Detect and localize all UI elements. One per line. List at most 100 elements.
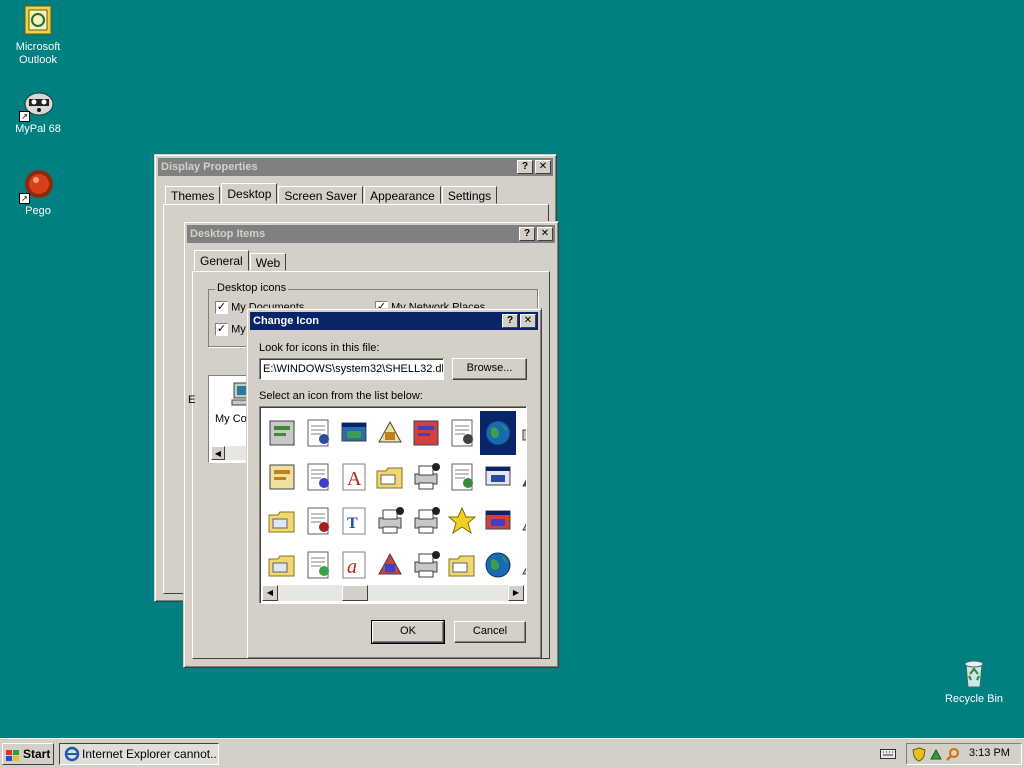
control-panel-icon <box>483 462 513 492</box>
start-button[interactable]: Start <box>2 743 54 765</box>
desktop-icon-outlook[interactable]: Microsoft Outlook <box>0 4 76 67</box>
icon-choice[interactable] <box>372 543 408 587</box>
icon-choice[interactable] <box>516 455 526 499</box>
browse-button[interactable]: Browse... <box>452 358 527 380</box>
cd-drive-icon <box>375 550 405 580</box>
help-button[interactable]: ? <box>519 227 535 241</box>
partial-label: E <box>188 394 196 406</box>
icon-choice[interactable] <box>300 411 336 455</box>
icon-choice[interactable] <box>408 543 444 587</box>
window-title: Desktop Items <box>190 228 266 240</box>
change-icon-dialog: Change Icon ? ✕ Look for icons in this f… <box>246 308 542 659</box>
icon-choice[interactable] <box>444 499 480 543</box>
windows-logo-icon <box>6 748 20 761</box>
title-bar[interactable]: Desktop Items ? ✕ <box>187 225 555 243</box>
tab-general[interactable]: General <box>194 250 249 271</box>
notepad-icon <box>303 506 333 536</box>
icon-choice[interactable]: A <box>336 455 372 499</box>
find-document-icon <box>303 462 333 492</box>
icon-choice[interactable] <box>372 411 408 455</box>
security-shield-icon[interactable] <box>912 747 926 765</box>
icon-choice[interactable] <box>480 411 516 455</box>
title-bar[interactable]: Change Icon ? ✕ <box>250 312 538 330</box>
help-button[interactable]: ? <box>517 160 533 174</box>
floppy-partial-icon <box>519 550 526 580</box>
icon-choice[interactable] <box>408 499 444 543</box>
tab-desktop[interactable]: Desktop <box>221 183 278 204</box>
horizontal-scrollbar[interactable]: ◀ ▶ <box>262 585 524 601</box>
tree-icon <box>447 418 477 448</box>
shortcut-arrow-icon: ↗ <box>19 111 30 122</box>
outlook-icon <box>21 4 55 38</box>
keyboard-icon[interactable] <box>880 748 896 763</box>
icon-choice[interactable] <box>480 455 516 499</box>
taskbar-item-internet-explorer[interactable]: Internet Explorer cannot... <box>59 743 219 765</box>
icon-choice[interactable] <box>372 455 408 499</box>
ok-button[interactable]: OK <box>371 620 445 644</box>
desktop-icon-label: Microsoft <box>15 41 61 53</box>
recycle-full-icon <box>267 418 297 448</box>
icon-choice[interactable] <box>444 455 480 499</box>
icon-choice[interactable] <box>372 499 408 543</box>
icon-choice[interactable] <box>264 499 300 543</box>
task-label: Internet Explorer cannot... <box>82 747 219 761</box>
close-button[interactable]: ✕ <box>535 160 551 174</box>
icon-choice[interactable]: T <box>336 499 372 543</box>
checkbox-label: My <box>231 323 246 336</box>
checkbox-box[interactable]: ✓ <box>215 301 228 314</box>
close-button[interactable]: ✕ <box>520 314 536 328</box>
icon-choice[interactable] <box>444 411 480 455</box>
icon-choice[interactable] <box>408 411 444 455</box>
printer-network-icon <box>375 506 405 536</box>
icon-choice[interactable] <box>408 455 444 499</box>
search-tray-icon[interactable] <box>946 747 960 765</box>
checkbox-my-computer[interactable]: ✓ My <box>215 323 246 336</box>
icon-choice[interactable] <box>264 455 300 499</box>
icon-choice[interactable] <box>300 455 336 499</box>
folder-tree-icon <box>267 550 297 580</box>
gear-document-icon <box>303 418 333 448</box>
icon-list[interactable]: A Ta ◀ ▶ <box>259 406 527 604</box>
window-title: Change Icon <box>253 315 320 327</box>
icon-choice[interactable]: a <box>336 543 372 587</box>
icon-file-input[interactable]: E:\WINDOWS\system32\SHELL32.dll <box>259 358 444 380</box>
scroll-thumb[interactable] <box>342 585 368 601</box>
icon-choice[interactable] <box>516 543 526 587</box>
cancel-button[interactable]: Cancel <box>454 621 526 643</box>
desktop-icon-mypal[interactable]: ↗ MyPal 68 <box>0 86 76 136</box>
network-tray-icon[interactable] <box>929 747 943 765</box>
program-gear-icon <box>303 550 333 580</box>
icon-choice[interactable] <box>336 411 372 455</box>
tab-web[interactable]: Web <box>249 253 287 271</box>
install-icon <box>339 418 369 448</box>
truetype-icon: T <box>339 506 369 536</box>
clock[interactable]: 3:13 PM <box>969 747 1010 759</box>
icon-choice[interactable] <box>300 499 336 543</box>
raccoon-icon: ↗ <box>19 86 55 122</box>
svg-text:a: a <box>347 556 357 578</box>
checkbox-box[interactable]: ✓ <box>215 323 228 336</box>
tab-screen-saver[interactable]: Screen Saver <box>278 186 364 204</box>
pego-icon: ↗ <box>19 168 55 204</box>
icon-choice[interactable] <box>300 543 336 587</box>
settings-window-icon <box>483 506 513 536</box>
help-button[interactable]: ? <box>502 314 518 328</box>
icon-choice[interactable] <box>480 543 516 587</box>
icon-choice[interactable] <box>444 543 480 587</box>
tab-themes[interactable]: Themes <box>165 186 221 204</box>
tab-settings[interactable]: Settings <box>441 186 498 204</box>
icon-choice[interactable] <box>516 499 526 543</box>
icon-choice[interactable] <box>264 543 300 587</box>
close-button[interactable]: ✕ <box>537 227 553 241</box>
icon-choice[interactable] <box>264 411 300 455</box>
title-bar[interactable]: Display Properties ? ✕ <box>158 158 553 176</box>
scroll-right-button[interactable]: ▶ <box>508 585 524 601</box>
monitor-partial-icon <box>519 462 526 492</box>
scroll-left-button[interactable]: ◀ <box>211 446 225 460</box>
desktop-icon-recycle-bin[interactable]: Recycle Bin <box>936 656 1012 706</box>
icon-choice[interactable] <box>480 499 516 543</box>
scroll-left-button[interactable]: ◀ <box>262 585 278 601</box>
icon-choice[interactable] <box>516 411 526 455</box>
desktop-icon-pego[interactable]: ↗ Pego <box>0 168 76 218</box>
tab-appearance[interactable]: Appearance <box>364 186 441 204</box>
